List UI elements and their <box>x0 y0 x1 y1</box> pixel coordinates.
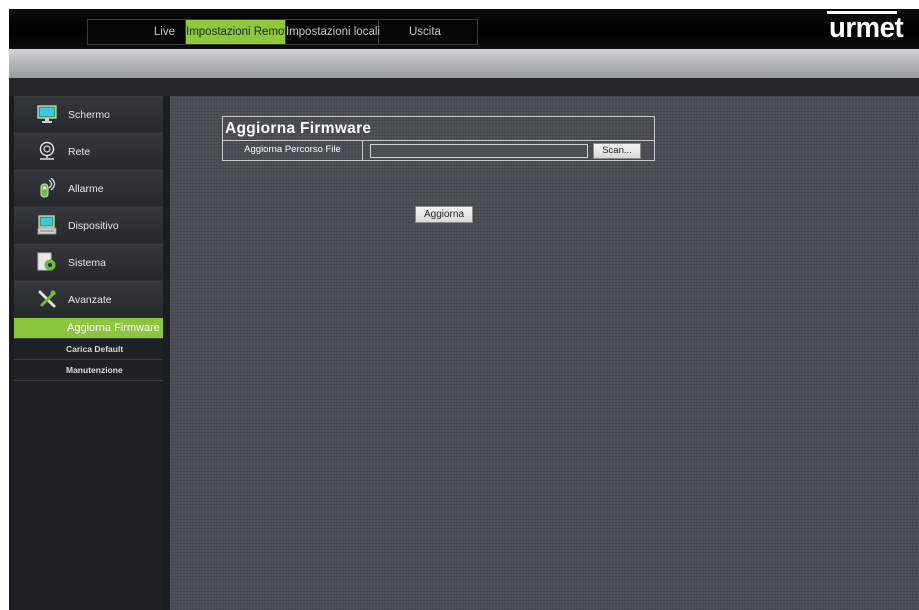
sidebar-item-allarme[interactable]: Allarme <box>14 170 163 207</box>
file-path-input[interactable] <box>370 144 588 158</box>
sidebar-item-schermo[interactable]: Schermo <box>14 96 163 133</box>
scan-button[interactable]: Scan... <box>593 143 641 159</box>
sidebar-item-label: Dispositivo <box>68 220 119 232</box>
monitor-icon <box>37 104 57 124</box>
sidebar: Schermo Rete Allarme Dispositivo Sistema… <box>14 96 163 610</box>
page-title: Aggiorna Firmware <box>225 120 372 137</box>
sidebar-item-dispositivo[interactable]: Dispositivo <box>14 207 163 244</box>
sidebar-item-label: Rete <box>68 146 91 158</box>
sidebar-item-label: Schermo <box>68 109 111 121</box>
firmware-panel: Aggiorna Firmware Aggiorna Percorso File… <box>222 116 655 161</box>
tab-remote-settings[interactable]: Impostazioni Remote <box>186 20 294 44</box>
tools-icon <box>37 289 57 309</box>
network-icon <box>37 141 57 161</box>
header-band <box>9 49 919 78</box>
sidebar-item-avanzate[interactable]: Avanzate <box>14 281 163 318</box>
sidebar-item-rete[interactable]: Rete <box>14 133 163 170</box>
top-menu-bar: Live Impostazioni Remote Impostazioni lo… <box>9 9 919 49</box>
tab-exit[interactable]: Uscita <box>379 20 477 44</box>
device-icon <box>37 215 57 235</box>
brand-logo: urmet <box>829 12 904 44</box>
sidebar-item-label: Allarme <box>68 183 104 195</box>
subitem-carica-default[interactable]: Carica Default <box>14 339 163 360</box>
subitem-aggiorna-firmware[interactable]: Aggiorna Firmware <box>14 318 163 339</box>
update-button[interactable]: Aggiorna <box>415 206 473 223</box>
path-label: Aggiorna Percorso File <box>223 141 363 161</box>
subitem-manutenzione[interactable]: Manutenzione <box>14 360 163 381</box>
app-window: Live Impostazioni Remote Impostazioni lo… <box>9 9 919 610</box>
sidebar-item-label: Sistema <box>68 257 106 269</box>
alarm-icon <box>37 177 57 198</box>
main-tabs: Live Impostazioni Remote Impostazioni lo… <box>87 19 478 45</box>
system-icon <box>37 252 57 272</box>
main-content: Aggiorna Firmware Aggiorna Percorso File… <box>170 96 919 610</box>
tab-live[interactable]: Live <box>88 20 186 44</box>
tab-local-settings[interactable]: Impostazioni locali <box>286 20 380 44</box>
sidebar-item-sistema[interactable]: Sistema <box>14 244 163 281</box>
header-strip <box>9 78 919 96</box>
sidebar-item-label: Avanzate <box>68 294 112 306</box>
